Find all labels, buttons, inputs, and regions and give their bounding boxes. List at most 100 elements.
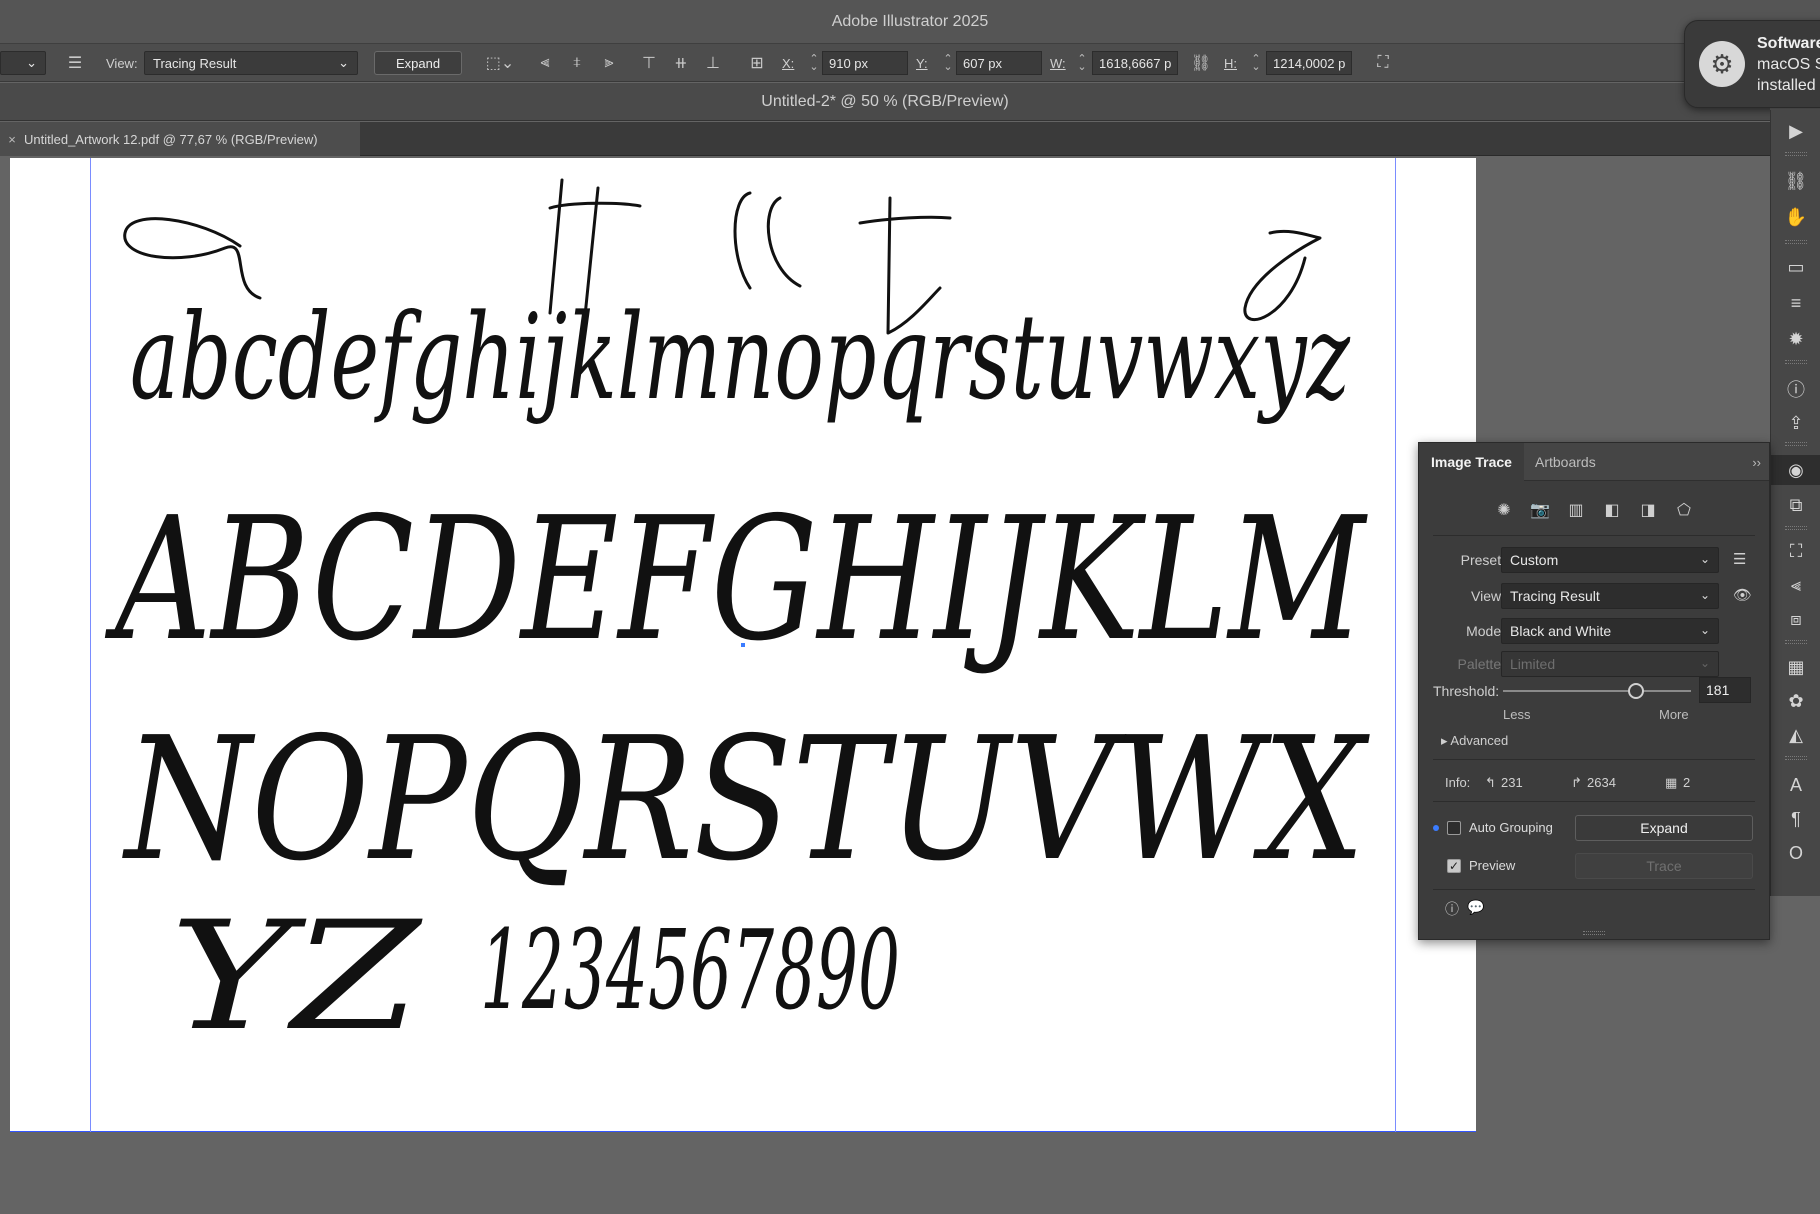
color-icon[interactable]: ✿ [1771, 686, 1820, 716]
align-right-icon[interactable]: ⫸ [598, 51, 620, 75]
info-circle-icon[interactable]: ⓘ [1445, 899, 1459, 919]
transform-icon[interactable]: ⬚⌄ [484, 51, 516, 75]
align-middle-icon[interactable]: ⧺ [670, 51, 692, 75]
preset-menu-icon[interactable]: ☰ [1733, 550, 1746, 568]
image-trace-panel: Image Trace Artboards ›› ✺ 📷 ▥ ◧ ◨ ⬠ Pre… [1418, 442, 1770, 940]
expand-button[interactable]: Expand [1575, 815, 1753, 841]
align-icon[interactable]: ⫷ [1771, 570, 1820, 600]
h-input[interactable]: 1214,0002 p [1266, 51, 1352, 75]
h-stepper-icon[interactable]: ⌃ ⌄ [1250, 51, 1262, 75]
info-colors-count: 2 [1683, 775, 1691, 790]
colors-icon: ▦ [1665, 775, 1678, 790]
paragraph-icon[interactable]: ¶ [1771, 804, 1820, 834]
flourish-loop [123, 217, 262, 300]
dock-grip[interactable] [1785, 240, 1807, 244]
play-icon[interactable]: ▶ [1771, 116, 1820, 146]
dock-grip[interactable] [1785, 360, 1807, 364]
panel-resize-grip[interactable] [1583, 931, 1605, 935]
x-label: X: [782, 55, 795, 71]
system-notification[interactable]: ⚙ Software macOS S installed [1684, 20, 1820, 108]
mode-label: Mode: [1466, 623, 1505, 639]
character-icon[interactable]: A [1771, 770, 1820, 800]
artboards-icon[interactable]: ⧉ [1771, 490, 1820, 520]
x-input[interactable]: 910 px [822, 51, 908, 75]
transform-panel-icon[interactable]: ⛶ [1372, 51, 1394, 75]
transform-icon[interactable]: ⛶ [1771, 536, 1820, 566]
x-stepper-icon[interactable]: ⌃ ⌄ [808, 51, 820, 75]
comment-icon[interactable]: 💬 [1467, 899, 1484, 916]
dock-grip[interactable] [1785, 442, 1807, 446]
threshold-input[interactable]: 181 [1699, 677, 1751, 703]
control-bar: ⌄ ☰ View: Tracing Result ⌄ Expand ⬚⌄ ⫷ ⧧… [0, 44, 1820, 82]
palette-value: Limited [1510, 656, 1556, 672]
eye-icon[interactable]: 👁 [1733, 586, 1752, 604]
outline-icon[interactable]: ⬠ [1673, 499, 1695, 521]
y-stepper-icon[interactable]: ⌃ ⌄ [942, 51, 954, 75]
mode-dropdown[interactable]: Black and White ⌄ [1501, 618, 1719, 644]
grayscale-icon[interactable]: ◧ [1601, 499, 1623, 521]
threshold-slider-handle[interactable] [1628, 683, 1645, 699]
high-color-icon[interactable]: 📷 [1529, 499, 1551, 521]
dock-grip[interactable] [1785, 152, 1807, 156]
palette-row: Palette: Limited ⌄ [1419, 651, 1769, 677]
stroke-icon[interactable]: ≡ [1771, 288, 1820, 318]
w-label: W: [1050, 55, 1066, 71]
view-dropdown[interactable]: Tracing Result ⌄ [144, 51, 358, 75]
align-left-icon[interactable]: ⫷ [534, 51, 556, 75]
dock-grip[interactable] [1785, 640, 1807, 644]
info-icon[interactable]: ⓘ [1771, 374, 1820, 404]
view-label: View: [106, 55, 138, 71]
auto-grouping-checkbox[interactable] [1447, 821, 1461, 835]
preset-label: Preset: [1460, 552, 1505, 568]
align-bottom-icon[interactable]: ⊥ [702, 51, 724, 75]
constrain-proportions-icon[interactable]: ⛓ [1190, 51, 1212, 75]
swatches-icon[interactable]: ▦ [1771, 652, 1820, 682]
pathfinder-icon[interactable]: ⧈ [1771, 604, 1820, 634]
opentype-icon[interactable]: O [1771, 838, 1820, 868]
threshold-slider[interactable] [1503, 683, 1691, 699]
puppet-warp-icon[interactable]: ✋ [1771, 202, 1820, 232]
preset-row: Preset: Custom ⌄ ☰ [1419, 547, 1769, 573]
black-white-icon[interactable]: ◨ [1637, 499, 1659, 521]
artboard[interactable]: abcdefghijklmnopqrstuvwxyz ABCDEFGHIJKLM… [10, 158, 1476, 1132]
document-setup-icon[interactable]: ☰ [64, 51, 86, 75]
traced-artwork[interactable]: abcdefghijklmnopqrstuvwxyz ABCDEFGHIJKLM… [10, 158, 1476, 1132]
w-stepper-icon[interactable]: ⌃ ⌄ [1076, 51, 1088, 75]
brushes-icon[interactable]: ◭ [1771, 720, 1820, 750]
auto-color-icon[interactable]: ✺ [1493, 499, 1515, 521]
preset-buttons: ✺ 📷 ▥ ◧ ◨ ⬠ [1493, 499, 1695, 521]
close-icon[interactable]: × [0, 132, 24, 147]
reference-point-icon[interactable]: ⊞ [746, 51, 768, 75]
align-center-icon[interactable]: ⧧ [566, 51, 588, 75]
selection-dropdown[interactable]: ⌄ [0, 51, 46, 75]
expand-button[interactable]: Expand [374, 51, 462, 75]
links-icon[interactable]: ⛓ [1771, 166, 1820, 196]
tab-artboards[interactable]: Artboards [1523, 443, 1608, 481]
view-dropdown[interactable]: Tracing Result ⌄ [1501, 583, 1719, 609]
chevron-down-icon: ⌄ [26, 55, 37, 70]
advanced-toggle[interactable]: ▸ Advanced [1441, 733, 1508, 749]
w-input[interactable]: 1618,6667 p [1092, 51, 1178, 75]
appearance-icon[interactable]: ✹ [1771, 324, 1820, 354]
preview-checkbox[interactable]: ✓ [1447, 859, 1461, 873]
panel-collapse-icon[interactable]: ›› [1752, 455, 1761, 470]
flourish-ll [733, 191, 802, 290]
uppercase-row-2: NOPQRSTUVWX [122, 701, 1370, 899]
changed-indicator [1433, 825, 1439, 831]
image-trace-icon[interactable]: ◉ [1771, 455, 1820, 485]
document-tab[interactable]: × Untitled_Artwork 12.pdf @ 77,67 % (RGB… [0, 122, 360, 156]
dock-grip[interactable] [1785, 526, 1807, 530]
view-value: Tracing Result [153, 55, 237, 71]
export-icon[interactable]: ⇪ [1771, 408, 1820, 438]
gradient-icon[interactable]: ▭ [1771, 252, 1820, 282]
preset-dropdown[interactable]: Custom ⌄ [1501, 547, 1719, 573]
dock-grip[interactable] [1785, 756, 1807, 760]
align-top-icon[interactable]: ⊤ [638, 51, 660, 75]
y-input[interactable]: 607 px [956, 51, 1042, 75]
low-color-icon[interactable]: ▥ [1565, 499, 1587, 521]
selection-center-point [741, 643, 745, 647]
tab-image-trace[interactable]: Image Trace [1419, 443, 1524, 481]
notification-line-2: macOS S [1757, 56, 1820, 73]
palette-dropdown: Limited ⌄ [1501, 651, 1719, 677]
view-value: Tracing Result [1510, 588, 1600, 604]
